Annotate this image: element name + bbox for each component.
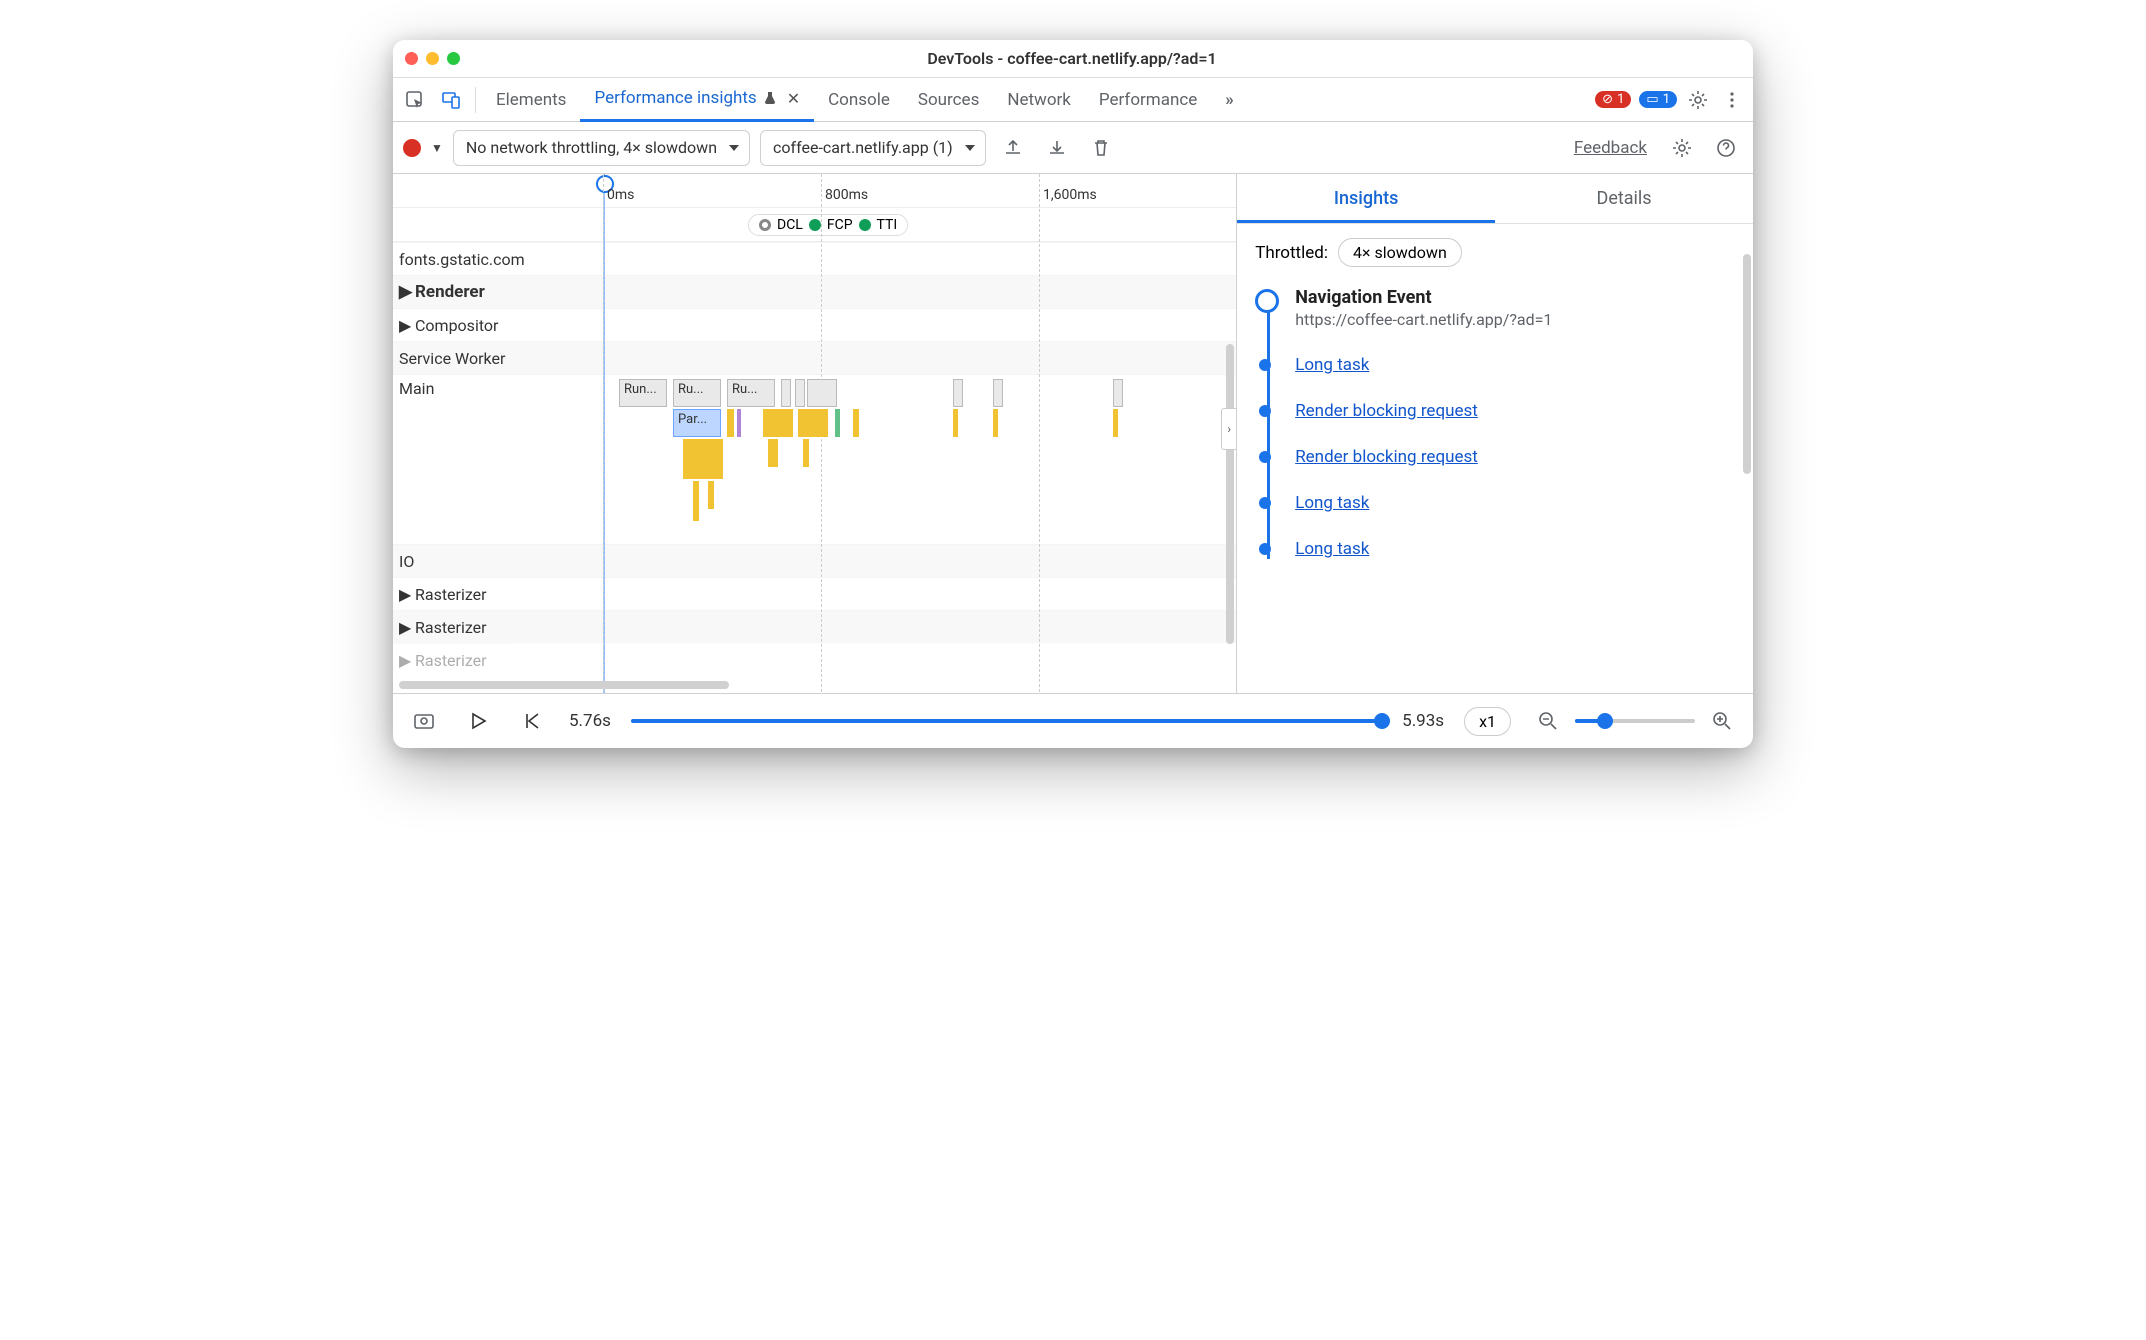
record-button[interactable] [403,139,421,157]
content-split: 0ms 800ms 1,600ms DCL FCP TTI fonts.gst [393,174,1753,694]
step-back-icon[interactable] [515,704,549,738]
errors-badge[interactable]: ⊘ 1 [1595,91,1631,108]
play-icon[interactable] [461,704,495,738]
comment-icon: ▭ [1646,92,1658,107]
tab-insights[interactable]: Insights [1237,174,1495,223]
error-icon: ⊘ [1602,92,1613,107]
window-title: DevTools - coffee-cart.netlify.app/?ad=1 [460,49,1684,68]
zoom-label[interactable]: x1 [1464,707,1511,736]
track-compositor[interactable]: ▶Compositor [393,316,603,335]
marker-pill[interactable]: DCL FCP TTI [748,214,908,236]
tab-network[interactable]: Network [993,78,1085,122]
insights-panel: Insights Details Throttled: 4× slowdown … [1236,174,1753,693]
minimize-window-icon[interactable] [426,52,439,65]
tab-strip: Elements Performance insights ✕ Console … [393,78,1753,122]
toolbar: ▼ No network throttling, 4× slowdown cof… [393,122,1753,174]
tab-details[interactable]: Details [1495,174,1753,223]
export-icon[interactable] [996,131,1030,165]
menu-kebab-icon[interactable] [1715,83,1749,117]
help-icon[interactable] [1709,131,1743,165]
throttled-pill[interactable]: 4× slowdown [1338,238,1462,267]
panel-settings-icon[interactable] [1665,131,1699,165]
bottom-bar: 5.76s 5.93s x1 [393,694,1753,748]
timeline-markers: DCL FCP TTI [393,208,1236,242]
timeline-panel: 0ms 800ms 1,600ms DCL FCP TTI fonts.gst [393,174,1236,693]
flame-bar[interactable] [1113,379,1123,407]
ts-right: 5.93s [1402,711,1444,731]
insight-item[interactable]: Long task [1295,355,1735,375]
panel-expand-icon[interactable]: › [1221,408,1236,450]
vertical-scrollbar[interactable] [1743,254,1751,474]
flame-bar[interactable] [807,379,837,407]
main-track-body[interactable]: Run... Ru... Ru... Par... [603,379,1236,549]
zoom-in-icon[interactable] [1705,704,1739,738]
flame-bar[interactable]: Ru... [727,379,775,407]
settings-icon[interactable] [1681,83,1715,117]
dcl-icon [759,219,771,231]
timeline-header[interactable]: 0ms 800ms 1,600ms [393,174,1236,208]
tab-console[interactable]: Console [814,78,904,122]
import-icon[interactable] [1040,131,1074,165]
flame-bar[interactable] [953,379,963,407]
track-io[interactable]: IO [393,552,603,571]
timeline-tick: 800ms [825,187,868,203]
flame-bar[interactable]: Par... [673,409,721,437]
screenshot-icon[interactable] [407,704,441,738]
insights-tabstrip: Insights Details [1237,174,1753,224]
track-row: fonts.gstatic.com [393,242,1236,275]
flame-bar[interactable] [993,379,1003,407]
throttled-label: Throttled: [1255,243,1328,263]
tti-icon [859,219,871,231]
track-main[interactable]: Main [393,379,603,398]
insights-body: Throttled: 4× slowdown Navigation Event … [1237,224,1753,693]
record-dropdown-icon[interactable]: ▼ [431,141,443,155]
track-service-worker[interactable]: Service Worker [393,349,603,368]
zoom-out-icon[interactable] [1531,704,1565,738]
flame-bar[interactable] [781,379,791,407]
timeline-scrubber[interactable] [631,719,1382,723]
timeline-tick: 0ms [607,187,634,203]
insight-item[interactable]: Render blocking request [1295,401,1735,421]
tab-performance[interactable]: Performance [1085,78,1211,122]
insight-item[interactable]: Long task [1295,539,1735,559]
tab-elements[interactable]: Elements [482,78,580,122]
window-controls[interactable] [405,52,460,65]
close-tab-icon[interactable]: ✕ [787,89,800,108]
window-shell: DevTools - coffee-cart.netlify.app/?ad=1… [393,40,1753,748]
feedback-link[interactable]: Feedback [1574,138,1647,158]
flame-bar[interactable]: Ru... [673,379,721,407]
throttling-select[interactable]: No network throttling, 4× slowdown [453,130,750,166]
fcp-icon [809,219,821,231]
flame-bar[interactable]: Run... [619,379,667,407]
tab-performance-insights[interactable]: Performance insights ✕ [580,78,814,122]
flame-bar[interactable] [795,379,805,407]
tab-sources[interactable]: Sources [904,78,993,122]
inspect-icon[interactable] [397,82,433,118]
track-rasterizer[interactable]: ▶Rasterizer [393,585,603,604]
issues-badge[interactable]: ▭ 1 [1639,91,1677,108]
device-toggle-icon[interactable] [433,82,469,118]
track-renderer[interactable]: ▶Renderer [393,282,603,302]
zoom-slider[interactable] [1575,719,1695,723]
insight-item[interactable]: Render blocking request [1295,447,1735,467]
track-rasterizer[interactable]: ▶Rasterizer [393,618,603,637]
close-window-icon[interactable] [405,52,418,65]
timeline-tick: 1,600ms [1043,187,1097,203]
insight-nav-event[interactable]: Navigation Event https://coffee-cart.net… [1295,287,1735,329]
horizontal-scrollbar[interactable] [399,681,729,689]
tab-more[interactable]: » [1211,78,1248,122]
insight-item[interactable]: Long task [1295,493,1735,513]
titlebar: DevTools - coffee-cart.netlify.app/?ad=1 [393,40,1753,78]
vertical-scrollbar[interactable] [1226,344,1234,644]
target-select[interactable]: coffee-cart.netlify.app (1) [760,130,986,166]
zoom-window-icon[interactable] [447,52,460,65]
ts-left: 5.76s [569,711,611,731]
delete-icon[interactable] [1084,131,1118,165]
flask-icon [763,91,777,105]
tracks-scroll[interactable]: fonts.gstatic.com ▶Renderer ▶Compositor … [393,242,1236,680]
